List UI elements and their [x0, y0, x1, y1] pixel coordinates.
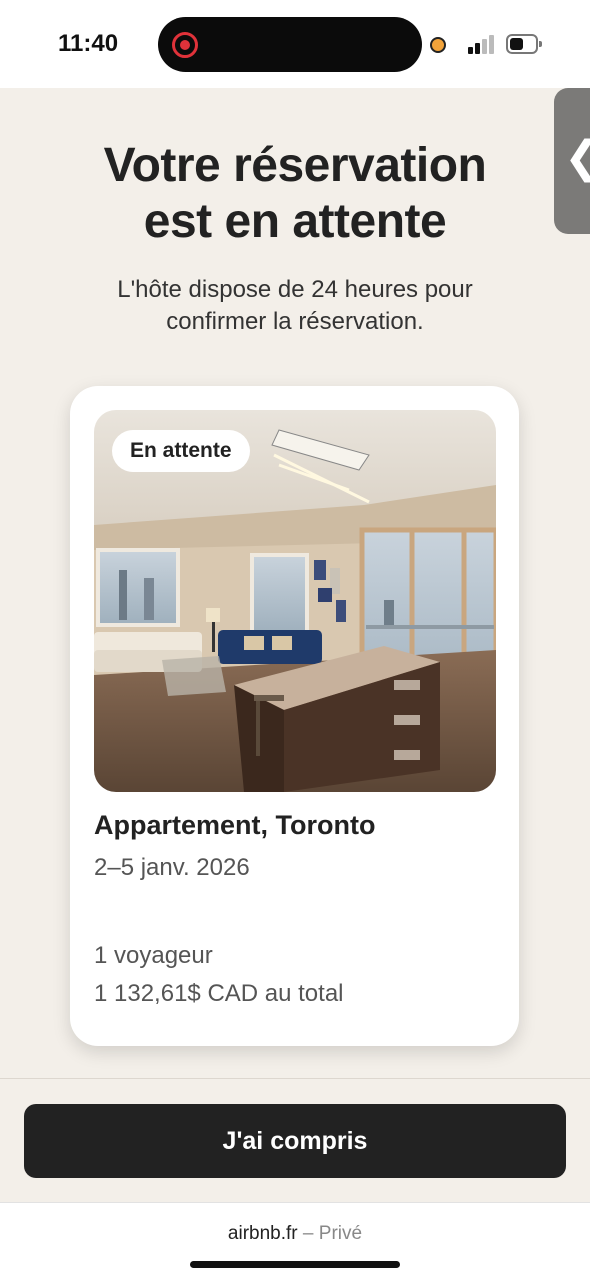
status-bar: 11:40: [0, 0, 590, 88]
url-separator: –: [302, 1223, 314, 1244]
page-title: Votre réservation est en attente: [0, 138, 590, 250]
home-indicator[interactable]: [190, 1261, 400, 1268]
page-title-line-2: est en attente: [143, 195, 447, 248]
dynamic-island: [158, 17, 422, 72]
guest-count: 1 voyageur: [94, 942, 213, 969]
browser-address-bar[interactable]: airbnb.fr – Privé: [0, 1202, 590, 1280]
apartment-photo: En attente: [94, 410, 496, 792]
battery-icon: [506, 34, 542, 54]
reservation-dates: 2–5 janv. 2026: [94, 854, 250, 881]
listing-title: Appartement, Toronto: [94, 810, 376, 840]
confirm-button[interactable]: J'ai compris: [24, 1104, 566, 1178]
private-mode-label: Privé: [318, 1223, 363, 1244]
footer-divider: [0, 1078, 590, 1079]
status-badge: En attente: [112, 430, 250, 472]
url-domain: airbnb.fr: [227, 1223, 298, 1244]
clock: 11:40: [58, 30, 119, 57]
mic-indicator-icon: [430, 37, 446, 53]
page-title-line-1: Votre réservation: [103, 139, 487, 192]
screen-record-icon: [172, 32, 198, 58]
reservation-card[interactable]: En attente Appartement, Toronto 2–5 janv…: [70, 386, 519, 1046]
signal-icon: [468, 34, 498, 54]
url-display[interactable]: airbnb.fr – Privé: [0, 1223, 590, 1245]
total-price: 1 132,61$ CAD au total: [94, 980, 344, 1007]
page-subtitle: L'hôte dispose de 24 heures pour confirm…: [117, 276, 473, 335]
